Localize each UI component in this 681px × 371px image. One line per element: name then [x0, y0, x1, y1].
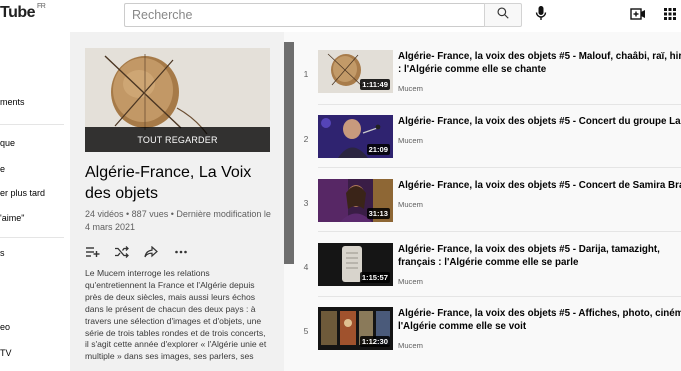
- logo-text[interactable]: Tube: [0, 4, 36, 21]
- voice-search-button[interactable]: [530, 3, 552, 27]
- create-button[interactable]: [628, 6, 648, 26]
- play-all-button[interactable]: TOUT REGARDER: [85, 127, 270, 152]
- youtube-logo[interactable]: Tube FR: [0, 2, 46, 22]
- playlist-video-item[interactable]: 4 1:15:57 Algérie- France, la voix des o…: [296, 236, 681, 294]
- playlist-stats: 24 vidéos • 887 vues • Dernière modifica…: [85, 209, 271, 232]
- more-horizontal-icon[interactable]: [173, 244, 189, 260]
- playlist-thumbnail[interactable]: TOUT REGARDER: [85, 48, 270, 152]
- search-input[interactable]: [125, 4, 472, 26]
- video-channel[interactable]: Mucem: [398, 277, 423, 286]
- video-title[interactable]: Algérie- France, la voix des objets #5 -…: [398, 179, 681, 192]
- sidebar-item-watch-later[interactable]: er plus tard: [0, 188, 45, 198]
- top-bar: Tube FR: [0, 0, 681, 32]
- sidebar-divider: [0, 237, 64, 238]
- video-index: 3: [303, 198, 309, 208]
- video-thumbnail[interactable]: 1:11:49: [318, 50, 393, 93]
- playlist-video-list: 1 1:11:49 Algérie- France, la voix des o…: [296, 32, 681, 371]
- playlist-description: Le Mucem interroge les relations qu'entr…: [85, 268, 267, 362]
- logo-region: FR: [37, 2, 46, 10]
- video-index: 2: [303, 134, 309, 144]
- sidebar-item-subscriptions[interactable]: ments: [0, 97, 25, 107]
- row-divider: [318, 231, 681, 232]
- video-channel[interactable]: Mucem: [398, 136, 423, 145]
- sidebar-item-subscriptions-header[interactable]: s: [0, 248, 5, 258]
- video-thumbnail[interactable]: 21:09: [318, 115, 393, 158]
- sidebar-item-library[interactable]: que: [0, 138, 15, 148]
- microphone-icon: [535, 5, 547, 26]
- add-to-queue-icon[interactable]: [85, 244, 101, 260]
- video-duration: 21:09: [366, 144, 390, 155]
- search-icon: [496, 6, 510, 25]
- row-divider: [318, 104, 681, 105]
- video-title[interactable]: Algérie- France, la voix des objets #5 -…: [398, 307, 681, 333]
- playlist-title: Algérie-France, La Voix des objets: [85, 164, 252, 202]
- row-divider: [318, 296, 681, 297]
- search-box[interactable]: [124, 3, 484, 27]
- video-thumbnail[interactable]: 31:13: [318, 179, 393, 222]
- create-video-icon: [630, 7, 646, 26]
- sidebar-item-liked-videos[interactable]: 'aime": [0, 213, 24, 223]
- video-duration: 1:11:49: [360, 79, 390, 90]
- video-thumbnail[interactable]: 1:15:57: [318, 243, 393, 286]
- search-button[interactable]: [484, 3, 522, 27]
- playlist-video-item[interactable]: 2 21:09 Algérie- France, la voix des obj…: [296, 108, 681, 166]
- video-channel[interactable]: Mucem: [398, 200, 423, 209]
- sidebar-divider: [0, 124, 64, 125]
- row-divider: [318, 167, 681, 168]
- panel-scrollbar[interactable]: [284, 42, 294, 264]
- playlist-panel: TOUT REGARDER Algérie-France, La Voix de…: [70, 32, 284, 371]
- video-thumbnail[interactable]: 1:12:30: [318, 307, 393, 350]
- video-index: 1: [303, 69, 309, 79]
- video-index: 4: [303, 262, 309, 272]
- video-title[interactable]: Algérie- France, la voix des objets #5 -…: [398, 243, 681, 269]
- video-duration: 1:12:30: [359, 336, 390, 347]
- shuffle-icon[interactable]: [114, 244, 130, 260]
- playlist-video-item[interactable]: 5 1:12:30 Algérie- France, la voix des o…: [296, 300, 681, 358]
- playlist-video-item[interactable]: 3 31:13 Algérie- France, la voix des obj…: [296, 172, 681, 230]
- apps-grid-icon: [664, 7, 676, 25]
- video-channel[interactable]: Mucem: [398, 341, 423, 350]
- sidebar-item-history[interactable]: e: [0, 164, 5, 174]
- video-title[interactable]: Algérie- France, la voix des objets #5 -…: [398, 115, 681, 128]
- video-duration: 1:15:57: [359, 272, 390, 283]
- video-title[interactable]: Algérie- France, la voix des objets #5 -…: [398, 50, 681, 76]
- playlist-video-item[interactable]: 1 1:11:49 Algérie- France, la voix des o…: [296, 43, 681, 101]
- sidebar: ments que e er plus tard 'aime" s eo TV: [0, 32, 70, 371]
- video-duration: 31:13: [366, 208, 390, 219]
- video-index: 5: [303, 326, 309, 336]
- share-icon[interactable]: [143, 244, 159, 260]
- apps-button[interactable]: [660, 6, 680, 26]
- video-channel[interactable]: Mucem: [398, 84, 423, 93]
- sidebar-item-video[interactable]: eo: [0, 322, 10, 332]
- sidebar-item-tv[interactable]: TV: [0, 348, 12, 358]
